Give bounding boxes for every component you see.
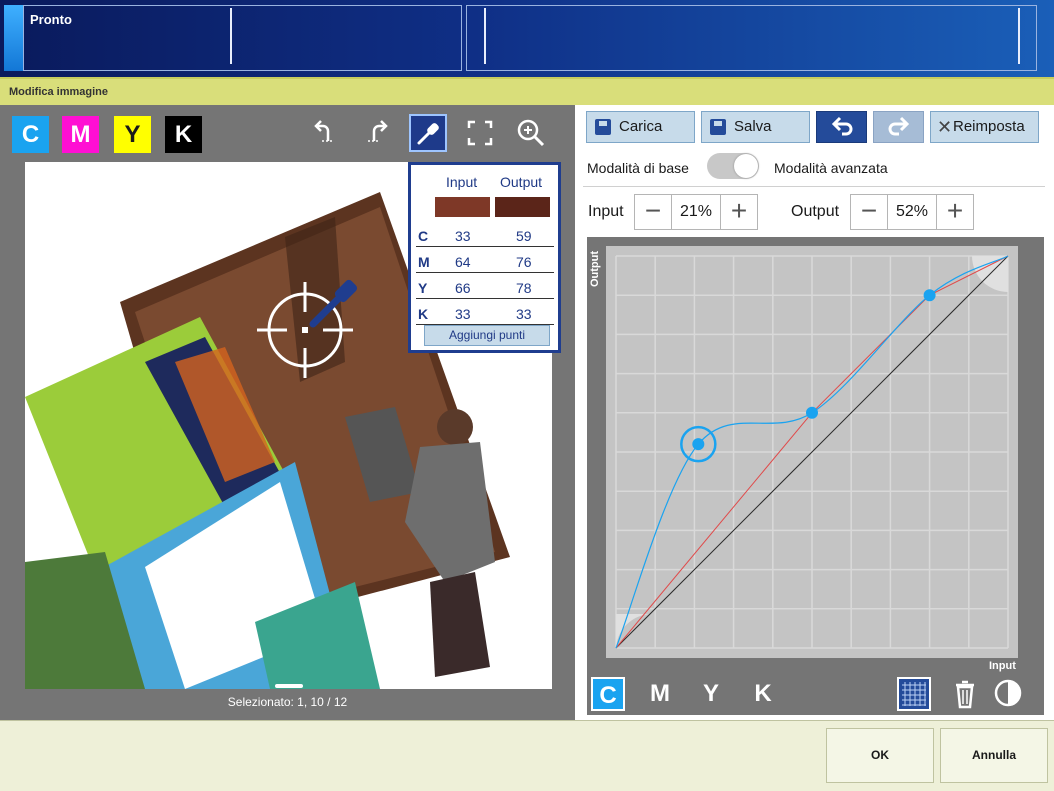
undo-button[interactable]	[816, 111, 867, 143]
picker-row-m: M 64 76	[416, 249, 554, 273]
mode-toggle[interactable]	[707, 153, 759, 179]
picker-row-y: Y 66 78	[416, 275, 554, 299]
input-value[interactable]: 21%	[671, 195, 721, 229]
color-picker-popup: Input Output C 33 59 M 64 76 Y 66 78 K 33 33 Agg…	[408, 162, 561, 353]
input-stepper: − 21% +	[634, 194, 758, 230]
reset-icon: ✕	[937, 117, 953, 137]
status-divider	[484, 8, 486, 64]
trash-icon[interactable]	[950, 677, 980, 711]
curve-panel: Carica Salva ✕ Reimposta Modalità di bas…	[575, 105, 1054, 720]
selection-status: Selezionato: 1, 10 / 12	[227, 695, 348, 709]
curve-channel-y[interactable]: Y	[694, 677, 728, 711]
ok-button[interactable]: OK	[826, 728, 934, 783]
status-text: Pronto	[30, 12, 72, 27]
action-bar: OK Annulla	[0, 720, 1054, 791]
load-button[interactable]: Carica	[586, 111, 695, 143]
output-decrease-button[interactable]: −	[851, 195, 887, 229]
curve-channel-m[interactable]: M	[643, 677, 677, 711]
separator	[583, 186, 1045, 187]
curve-channel-c[interactable]: C	[591, 677, 625, 711]
save-button[interactable]: Salva	[701, 111, 810, 143]
picker-row-c: C 33 59	[416, 223, 554, 247]
curve-editor[interactable]: Output Input C M Y K	[587, 237, 1044, 715]
rotate-left-icon[interactable]	[306, 114, 344, 152]
window-title-bar: Modifica immagine	[0, 77, 1054, 105]
status-panel-right	[466, 5, 1037, 71]
toggle-knob	[734, 154, 758, 178]
mode-advanced-label: Modalità avanzata	[774, 160, 888, 176]
redo-button[interactable]	[873, 111, 924, 143]
add-points-button[interactable]: Aggiungi punti	[424, 325, 550, 346]
image-panel: C M Y K Input Output C 33 59 M 64 76 Y 6…	[0, 105, 575, 720]
curve-control-point[interactable]	[923, 289, 936, 302]
curve-control-point[interactable]	[806, 406, 818, 419]
output-color-swatch	[495, 197, 550, 217]
save-icon	[710, 119, 726, 135]
output-stepper: − 52% +	[850, 194, 974, 230]
load-icon	[595, 119, 611, 135]
zoom-in-icon[interactable]	[512, 114, 550, 152]
cancel-button[interactable]: Annulla	[940, 728, 1048, 783]
input-increase-button[interactable]: +	[721, 195, 757, 229]
window-title: Modifica immagine	[9, 86, 109, 98]
output-value[interactable]: 52%	[887, 195, 937, 229]
channel-y-button[interactable]: Y	[114, 116, 151, 153]
fit-screen-icon[interactable]	[461, 114, 499, 152]
curve-graph[interactable]	[606, 246, 1018, 658]
status-panel-left	[23, 5, 462, 71]
reset-button[interactable]: ✕ Reimposta	[930, 111, 1039, 143]
color-picker-icon[interactable]	[409, 114, 447, 152]
channel-k-button[interactable]: K	[165, 116, 202, 153]
output-spin-label: Output	[791, 203, 840, 220]
status-bar: Pronto	[0, 0, 1054, 77]
rotate-right-icon[interactable]	[358, 114, 396, 152]
status-divider	[1018, 8, 1020, 64]
curve-channel-k[interactable]: K	[746, 677, 780, 711]
status-divider	[230, 8, 232, 64]
grid-toggle-icon[interactable]	[897, 677, 931, 711]
axis-x-label: Input	[989, 660, 1016, 672]
channel-m-button[interactable]: M	[62, 116, 99, 153]
page-slider[interactable]	[275, 684, 303, 688]
status-accent	[4, 5, 23, 71]
picker-row-k: K 33 33	[416, 301, 554, 325]
input-spin-label: Input	[588, 203, 624, 220]
mode-basic-label: Modalità di base	[587, 160, 689, 176]
input-decrease-button[interactable]: −	[635, 195, 671, 229]
picker-output-header: Output	[500, 174, 543, 190]
channel-c-button[interactable]: C	[12, 116, 49, 153]
curve-control-point[interactable]	[692, 438, 705, 451]
input-color-swatch	[435, 197, 490, 217]
contrast-icon[interactable]	[993, 678, 1023, 708]
axis-y-label: Output	[589, 251, 601, 288]
output-increase-button[interactable]: +	[937, 195, 973, 229]
picker-input-header: Input	[446, 174, 478, 190]
